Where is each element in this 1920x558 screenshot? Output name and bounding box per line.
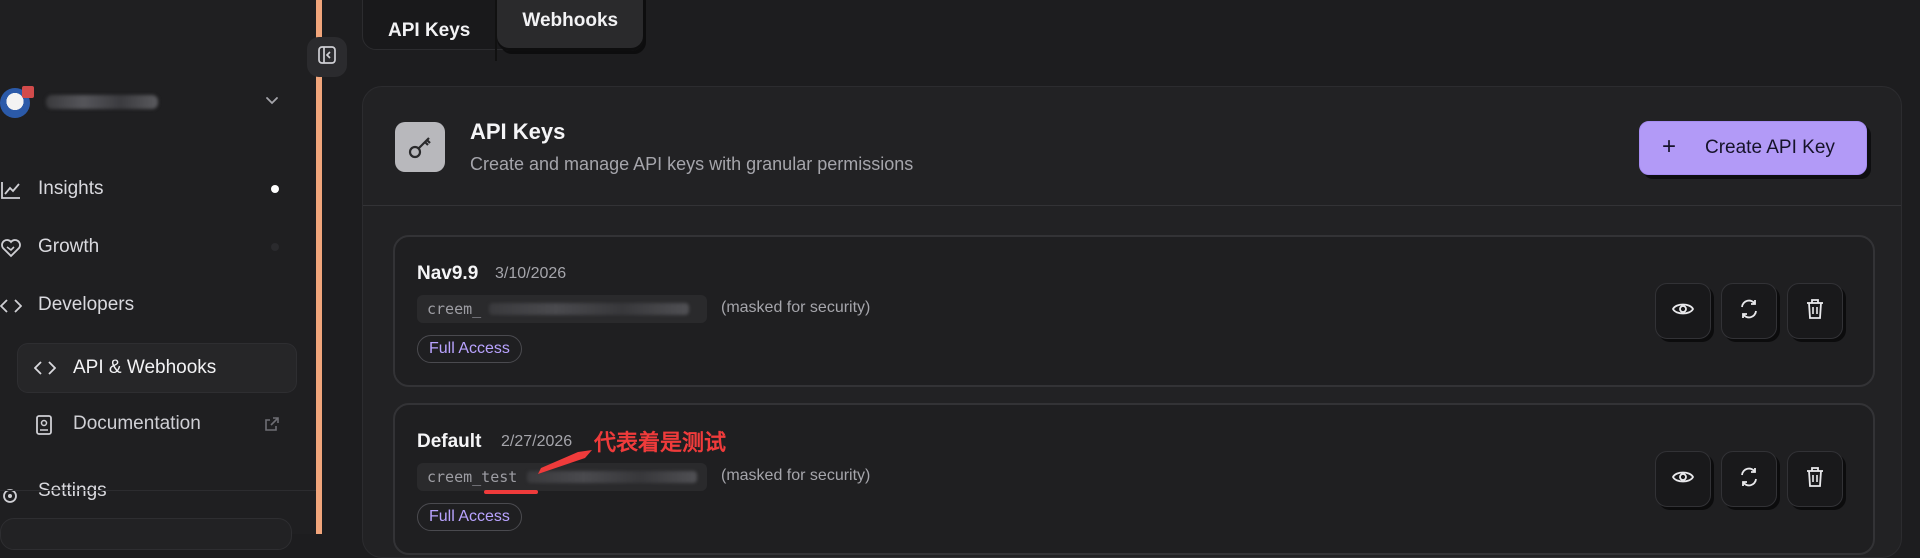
plus-icon: +	[1662, 133, 1677, 160]
sidebar-collapse-icon	[317, 45, 337, 70]
sidebar-item-label: API & Webhooks	[73, 357, 217, 378]
code-icon	[0, 296, 23, 321]
sidebar-footer-box[interactable]	[0, 518, 292, 550]
sidebar-item-insights[interactable]: Insights	[0, 167, 300, 211]
view-key-button[interactable]	[1655, 283, 1711, 339]
button-label: Create API Key	[1705, 137, 1835, 158]
account-name-redacted	[46, 95, 158, 109]
avatar-badge	[22, 86, 34, 98]
key-value[interactable]: creem_test	[417, 463, 707, 491]
key-name: Default	[417, 431, 482, 452]
sidebar-item-label: Insights	[38, 178, 104, 199]
sidebar-item-api-webhooks[interactable]: API & Webhooks	[18, 344, 296, 392]
rotate-key-button[interactable]	[1721, 451, 1777, 507]
notification-dot	[271, 243, 279, 251]
key-date: 2/27/2026	[501, 433, 573, 450]
book-icon	[34, 414, 54, 441]
masked-note: (masked for security)	[721, 299, 871, 316]
key-redacted	[489, 303, 689, 315]
line-chart-icon	[0, 180, 22, 205]
code-icon	[33, 358, 57, 383]
panel-header: API Keys Create and manage API keys with…	[363, 87, 1901, 206]
access-badge: Full Access	[417, 503, 522, 531]
tab-label: Webhooks	[522, 10, 619, 31]
key-prefix: creem_	[427, 300, 482, 318]
sidebar: Insights Growth Developers API & Webhook…	[0, 0, 316, 550]
chevron-down-icon[interactable]	[264, 92, 280, 113]
sidebar-item-documentation[interactable]: Documentation	[18, 400, 296, 448]
eye-icon	[1671, 469, 1695, 490]
key-name: Nav9.9	[417, 263, 479, 284]
api-key-card: Nav9.9 3/10/2026 creem_ (masked for secu…	[393, 235, 1875, 387]
notification-dot	[271, 185, 279, 193]
trash-icon	[1805, 466, 1825, 493]
annotation-text: 代表着是测试	[594, 430, 727, 455]
rotate-key-button[interactable]	[1721, 283, 1777, 339]
delete-key-button[interactable]	[1787, 283, 1843, 339]
sidebar-item-label: Growth	[38, 236, 100, 257]
key-redacted	[527, 471, 697, 483]
key-date: 3/10/2026	[495, 265, 567, 282]
api-keys-panel: API Keys Create and manage API keys with…	[362, 86, 1902, 558]
sidebar-item-developers[interactable]: Developers	[0, 283, 300, 327]
page-title: API Keys	[470, 119, 566, 144]
sidebar-divider	[316, 0, 322, 534]
page-subtitle: Create and manage API keys with granular…	[470, 154, 914, 174]
refresh-icon	[1738, 466, 1760, 493]
trash-icon	[1805, 298, 1825, 325]
refresh-icon	[1738, 298, 1760, 325]
create-api-key-button[interactable]: + Create API Key	[1639, 121, 1867, 175]
key-icon	[395, 122, 445, 172]
tab-webhooks[interactable]: Webhooks	[497, 0, 644, 51]
collapse-sidebar-button[interactable]	[307, 37, 347, 77]
eye-icon	[1671, 301, 1695, 322]
sidebar-item-growth[interactable]: Growth	[0, 225, 300, 269]
masked-note: (masked for security)	[721, 467, 871, 484]
sidebar-item-label: Documentation	[73, 413, 201, 434]
key-value[interactable]: creem_	[417, 295, 707, 323]
heart-handshake-icon	[0, 238, 22, 263]
tab-label: API Keys	[388, 20, 471, 41]
access-badge: Full Access	[417, 335, 522, 363]
delete-key-button[interactable]	[1787, 451, 1843, 507]
account-switcher[interactable]	[0, 82, 290, 122]
view-key-button[interactable]	[1655, 451, 1711, 507]
external-link-icon	[264, 416, 280, 437]
key-prefix: creem_test	[427, 468, 518, 486]
sidebar-item-label: Developers	[38, 294, 135, 315]
tab-bar: API Keys Webhooks	[362, 0, 645, 61]
tab-api-keys[interactable]: API Keys	[363, 0, 498, 61]
